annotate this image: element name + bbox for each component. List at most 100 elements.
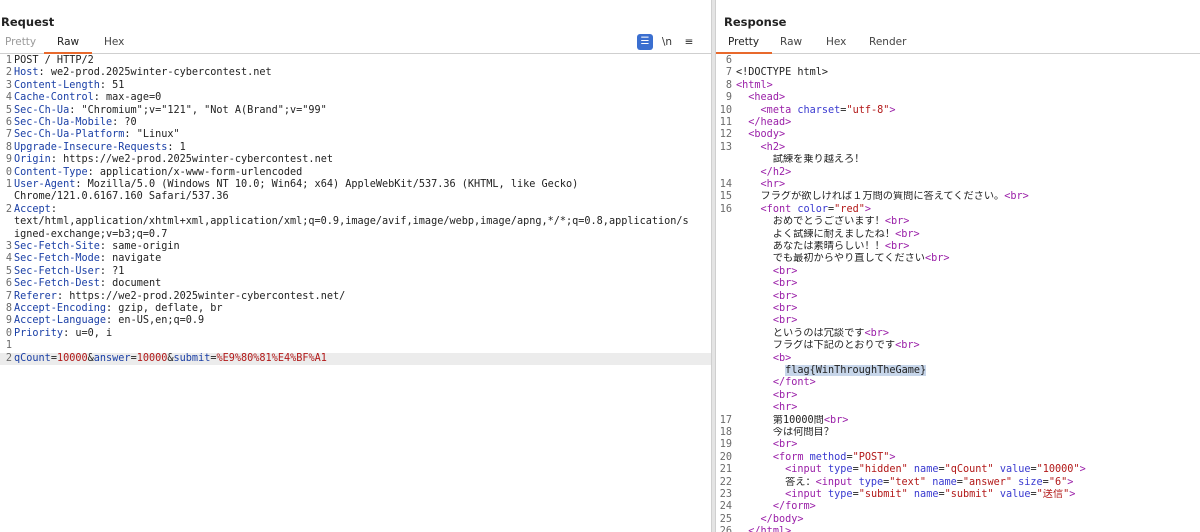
code-token: "送信" — [1036, 489, 1070, 500]
response-line: おめでとうございます！<br> — [716, 216, 1200, 228]
response-line: あなたは素晴らしい！！<br> — [716, 241, 1200, 253]
request-line: 8 Accept-Encoding: gzip, deflate, br — [0, 303, 711, 315]
code-token: <br> — [884, 216, 910, 228]
request-line-code: Sec-Ch-Ua-Platform: "Linux" — [14, 129, 180, 141]
code-token: "red" — [834, 203, 865, 215]
line-number: 9 — [725, 92, 732, 104]
request-line-code: text/html,application/xhtml+xml,applicat… — [14, 216, 709, 228]
code-token: </html> — [748, 526, 792, 532]
code-token: <b> — [772, 352, 792, 364]
response-line-code: </font> — [736, 377, 1198, 389]
wrap-lines-icon[interactable]: ☰ — [637, 34, 653, 50]
newline-toggle-icon[interactable]: \n — [659, 34, 675, 50]
code-token: <br> — [895, 340, 920, 352]
response-line-code: 試練を乗り越えろ！ — [736, 154, 1198, 166]
code-token: name — [932, 476, 957, 488]
code-token: type — [828, 489, 853, 500]
code-token: <input — [785, 464, 829, 476]
response-tab-render[interactable]: Render — [869, 36, 906, 52]
request-line-code: POST / HTTP/2 — [14, 55, 709, 67]
request-line: 2 Accept: — [0, 204, 711, 216]
line-number: 9 — [5, 154, 12, 166]
body-param-token: 10000 — [136, 352, 168, 364]
code-token: <br> — [772, 303, 798, 314]
code-token: フラグが欲しければ１万問の質問に答えてください。 — [736, 191, 1005, 203]
response-line: <br> — [716, 266, 1200, 278]
line-number: 2 — [5, 352, 12, 364]
request-line-code: Sec-Ch-Ua-Mobile: ?0 — [14, 117, 137, 128]
request-tab-pretty[interactable]: Pretty — [5, 36, 36, 52]
line-number: 9 — [5, 315, 12, 327]
response-tab-hex[interactable]: Hex — [826, 36, 846, 52]
response-line: 15 フラグが欲しければ１万問の質問に答えてください。<br> — [716, 191, 1200, 203]
code-token: <font — [760, 203, 798, 215]
request-line-code: Sec-Fetch-Site: same-origin — [14, 241, 180, 252]
response-tab-raw[interactable]: Raw — [780, 36, 802, 52]
request-line: 0 Priority: u=0, i — [0, 328, 711, 340]
line-number: 0 — [5, 166, 12, 178]
response-line-code: 答え：<input type="text" name="answer" size… — [736, 477, 1198, 489]
line-number: 5 — [5, 265, 12, 277]
header-value: "Chromium";v="121", "Not A(Brand";v="99" — [81, 104, 327, 116]
request-editor[interactable]: 1 POST / HTTP/2 2 Host: we2-prod.2025winter… — [0, 55, 711, 532]
http-message-editor: Request Pretty Raw Hex ☰ \n ≡ 1 POST / HT… — [0, 0, 1200, 532]
code-token: <br> — [772, 278, 798, 290]
header-name: Sec-Fetch-Dest — [14, 278, 100, 290]
code-token: value — [999, 489, 1031, 500]
line-text: text/html,application/xhtml+xml,applicat… — [14, 216, 689, 228]
code-token: <br> — [1004, 191, 1029, 203]
line-number: 20 — [719, 451, 732, 463]
header-name: Accept — [14, 203, 51, 215]
response-editor[interactable]: 6 7 <!DOCTYPE html> 8 <html> 9 <head> 10 <meta… — [716, 55, 1200, 532]
request-line-code: Origin: https://we2-prod.2025winter-cybe… — [14, 154, 333, 166]
response-line-code: おめでとうございます！<br> — [736, 216, 1198, 228]
selected-flag-text: flag{WinThroughTheGame} — [785, 365, 927, 376]
code-token: value — [999, 464, 1031, 476]
request-tab-raw[interactable]: Raw — [43, 36, 93, 54]
request-line-code: Sec-Fetch-Dest: document — [14, 278, 162, 290]
response-line: 試練を乗り越えろ！ — [716, 154, 1200, 166]
request-line-code: igned-exchange;v=b3;q=0.7 — [14, 229, 709, 241]
menu-icon[interactable]: ≡ — [681, 34, 697, 50]
code-token: <br> — [884, 241, 910, 252]
code-token: <form — [772, 451, 810, 463]
header-value: https://we2-prod.2025winter-cybercontest… — [63, 154, 333, 166]
request-tabs: Pretty Raw Hex — [0, 35, 711, 54]
response-line-code: <br> — [736, 439, 1198, 451]
code-token: <meta — [760, 104, 798, 116]
request-line: 7 Referer: https://we2-prod.2025winter-cy… — [0, 291, 711, 303]
response-line: <br> — [716, 390, 1200, 402]
header-value: we2-prod.2025winter-cybercontest.net — [50, 67, 272, 79]
request-line-code: qCount=10000&answer=10000&submit=%E9%80%… — [14, 353, 709, 365]
code-token: name — [913, 489, 939, 500]
code-token: 試練を乗り越えろ！ — [736, 154, 865, 166]
code-token: </h2> — [760, 166, 792, 178]
request-line-code: Content-Length: 51 — [14, 79, 125, 91]
request-tab-hex[interactable]: Hex — [104, 36, 124, 52]
code-token: 今は何問目？ — [736, 427, 834, 438]
request-line: 0 Content-Type: application/x-www-form-ur… — [0, 167, 711, 179]
request-line: 9 Accept-Language: en-US,en;q=0.9 — [0, 315, 711, 327]
response-line: 17 第10000問<br> — [716, 415, 1200, 427]
code-token: size — [1018, 476, 1043, 488]
request-line-code: User-Agent: Mozilla/5.0 (Windows NT 10.0… — [14, 179, 579, 190]
response-line-code: <input type="submit" name="submit" value… — [736, 489, 1198, 501]
code-token: type — [828, 464, 853, 476]
header-name: Host — [14, 67, 39, 79]
code-token: <br> — [772, 439, 798, 451]
response-tab-pretty[interactable]: Pretty — [716, 36, 773, 54]
code-token: <h2> — [760, 141, 786, 153]
response-tabs: Pretty Raw Hex Render — [716, 35, 1200, 54]
request-line: 1 User-Agent: Mozilla/5.0 (Windows NT 10.… — [0, 179, 711, 191]
response-line-code: フラグが欲しければ１万問の質問に答えてください。<br> — [736, 191, 1198, 203]
